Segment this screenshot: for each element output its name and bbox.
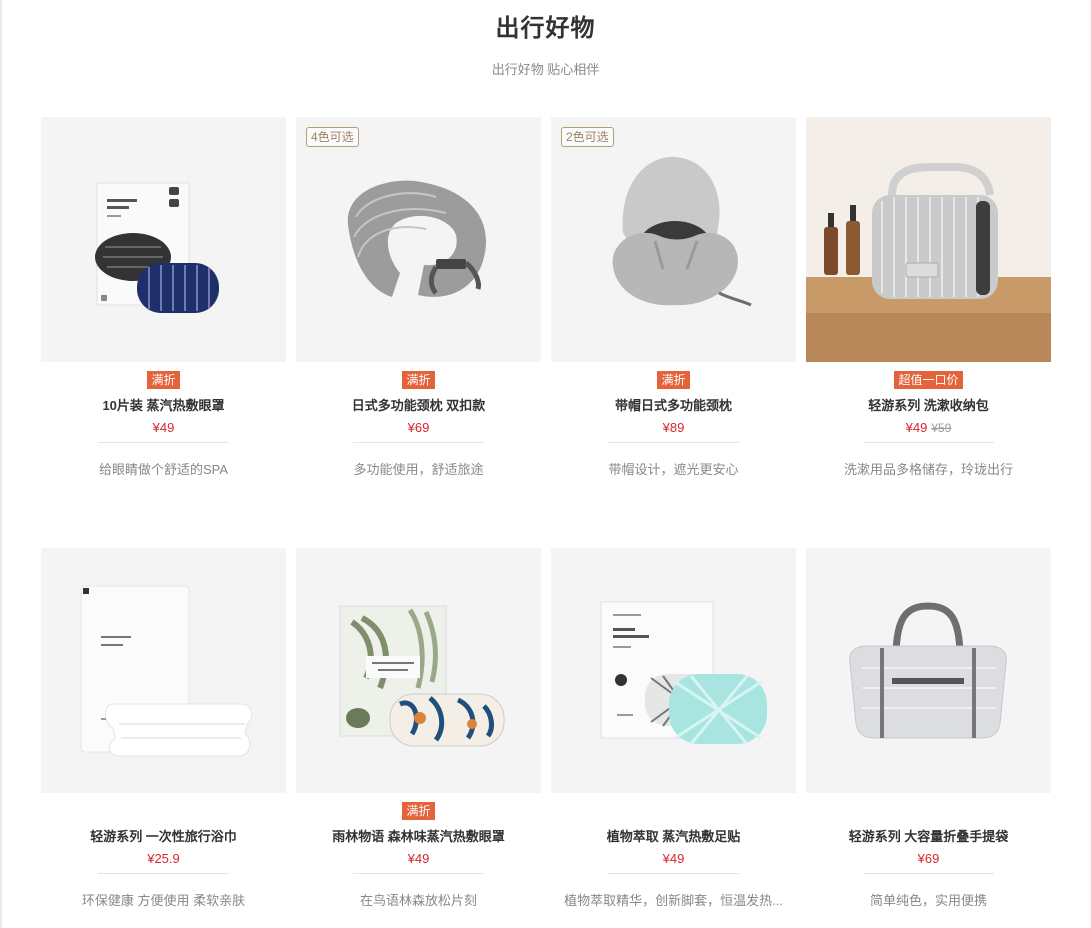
product-name[interactable]: 轻游系列 洗漱收纳包 bbox=[806, 395, 1051, 414]
price-value: ¥69 bbox=[917, 851, 940, 866]
divider bbox=[863, 873, 994, 874]
product-price: ¥69 bbox=[296, 420, 541, 435]
product-card[interactable]: 轻游系列 一次性旅行浴巾 ¥25.9 环保健康 方便使用 柔软亲肤 bbox=[41, 548, 286, 928]
product-name[interactable]: 带帽日式多功能颈枕 bbox=[551, 395, 796, 414]
divider bbox=[98, 873, 229, 874]
product-name[interactable]: 轻游系列 一次性旅行浴巾 bbox=[41, 826, 286, 845]
promo-badge: 满折 bbox=[296, 371, 541, 389]
promo-badge: 满折 bbox=[296, 802, 541, 820]
product-card[interactable]: 4色可选 满折 日式多功能颈枕 双扣款 ¥69 多功能使用，舒适旅途 bbox=[296, 117, 541, 497]
product-description: 带帽设计，遮光更安心 bbox=[608, 462, 739, 477]
product-image[interactable] bbox=[296, 548, 541, 793]
product-description: 给眼睛做个舒适的SPA bbox=[98, 462, 229, 477]
product-description: 在鸟语林森放松片刻 bbox=[359, 893, 477, 908]
product-price: ¥49 bbox=[296, 851, 541, 866]
product-description: 环保健康 方便使用 柔软亲肤 bbox=[81, 893, 246, 908]
product-image[interactable] bbox=[41, 117, 286, 362]
product-price: ¥89 bbox=[551, 420, 796, 435]
product-name[interactable]: 日式多功能颈枕 双扣款 bbox=[296, 395, 541, 414]
divider bbox=[353, 442, 484, 443]
price-value: ¥25.9 bbox=[147, 851, 180, 866]
product-description: 多功能使用，舒适旅途 bbox=[353, 462, 484, 477]
product-description: 洗漱用品多格储存，玲珑出行 bbox=[843, 462, 1013, 477]
page-left-border bbox=[0, 0, 2, 928]
price-value: ¥49 bbox=[662, 851, 685, 866]
divider bbox=[608, 442, 739, 443]
product-price: ¥49 bbox=[41, 420, 286, 435]
price-value: ¥89 bbox=[662, 420, 685, 435]
section-subtitle: 出行好物 贴心相伴 bbox=[491, 62, 600, 77]
promo-label: 满折 bbox=[402, 371, 435, 389]
product-card[interactable]: 2色可选 满折 带帽日式多功能颈枕 ¥89 带帽设计，遮光更安心 bbox=[551, 117, 796, 497]
product-image[interactable]: 2色可选 bbox=[551, 117, 796, 362]
color-options-tag: 4色可选 bbox=[306, 127, 359, 147]
hooded-neck-pillow-image bbox=[612, 156, 752, 307]
duffel-bag-image bbox=[849, 602, 1007, 739]
promo-label: 超值一口价 bbox=[894, 371, 963, 389]
divider bbox=[98, 442, 229, 443]
product-description: 植物萃取精华，创新脚套，恒温发热... bbox=[564, 893, 783, 908]
promo-label: 满折 bbox=[402, 802, 435, 820]
product-price: ¥49 bbox=[551, 851, 796, 866]
color-options-tag: 2色可选 bbox=[561, 127, 614, 147]
neck-pillow-image bbox=[347, 180, 487, 297]
product-image[interactable] bbox=[41, 548, 286, 793]
product-card[interactable]: 轻游系列 大容量折叠手提袋 ¥69 简单纯色，实用便携 bbox=[806, 548, 1051, 928]
product-description: 简单纯色，实用便携 bbox=[869, 893, 987, 908]
promo-label: 满折 bbox=[147, 371, 180, 389]
product-card[interactable]: 超值一口价 轻游系列 洗漱收纳包 ¥49 ¥59 洗漱用品多格储存，玲珑出行 bbox=[806, 117, 1051, 497]
product-name[interactable]: 雨林物语 森林味蒸汽热敷眼罩 bbox=[296, 826, 541, 845]
toiletry-bag-image bbox=[806, 117, 1051, 362]
product-image[interactable] bbox=[806, 548, 1051, 793]
product-name[interactable]: 植物萃取 蒸汽热敷足贴 bbox=[551, 826, 796, 845]
product-card[interactable]: 满折 10片装 蒸汽热敷眼罩 ¥49 给眼睛做个舒适的SPA bbox=[41, 117, 286, 497]
price-value: ¥49 bbox=[905, 420, 928, 435]
price-value: ¥49 bbox=[152, 420, 175, 435]
original-price: ¥59 bbox=[931, 421, 952, 435]
product-price: ¥25.9 bbox=[41, 851, 286, 866]
section-title: 出行好物 bbox=[495, 15, 596, 42]
product-image[interactable] bbox=[551, 548, 796, 793]
divider bbox=[353, 873, 484, 874]
promo-badge: 满折 bbox=[41, 371, 286, 389]
product-price: ¥49 ¥59 bbox=[806, 420, 1051, 435]
divider bbox=[608, 873, 739, 874]
forest-eye-mask-image bbox=[339, 605, 505, 747]
promo-badge: 满折 bbox=[551, 371, 796, 389]
foot-patch-image bbox=[600, 601, 767, 745]
product-name[interactable]: 10片装 蒸汽热敷眼罩 bbox=[41, 395, 286, 414]
promo-badge: 超值一口价 bbox=[806, 371, 1051, 389]
product-price: ¥69 bbox=[806, 851, 1051, 866]
product-card[interactable]: 植物萃取 蒸汽热敷足贴 ¥49 植物萃取精华，创新脚套，恒温发热... bbox=[551, 548, 796, 928]
product-card[interactable]: 满折 雨林物语 森林味蒸汽热敷眼罩 ¥49 在鸟语林森放松片刻 bbox=[296, 548, 541, 928]
steam-eye-mask-image bbox=[95, 182, 219, 313]
product-image[interactable]: 4色可选 bbox=[296, 117, 541, 362]
product-image[interactable] bbox=[806, 117, 1051, 362]
divider bbox=[863, 442, 994, 443]
price-value: ¥69 bbox=[407, 420, 430, 435]
travel-towel-image bbox=[80, 585, 253, 757]
price-value: ¥49 bbox=[407, 851, 430, 866]
promo-label: 满折 bbox=[657, 371, 690, 389]
product-name[interactable]: 轻游系列 大容量折叠手提袋 bbox=[806, 826, 1051, 845]
